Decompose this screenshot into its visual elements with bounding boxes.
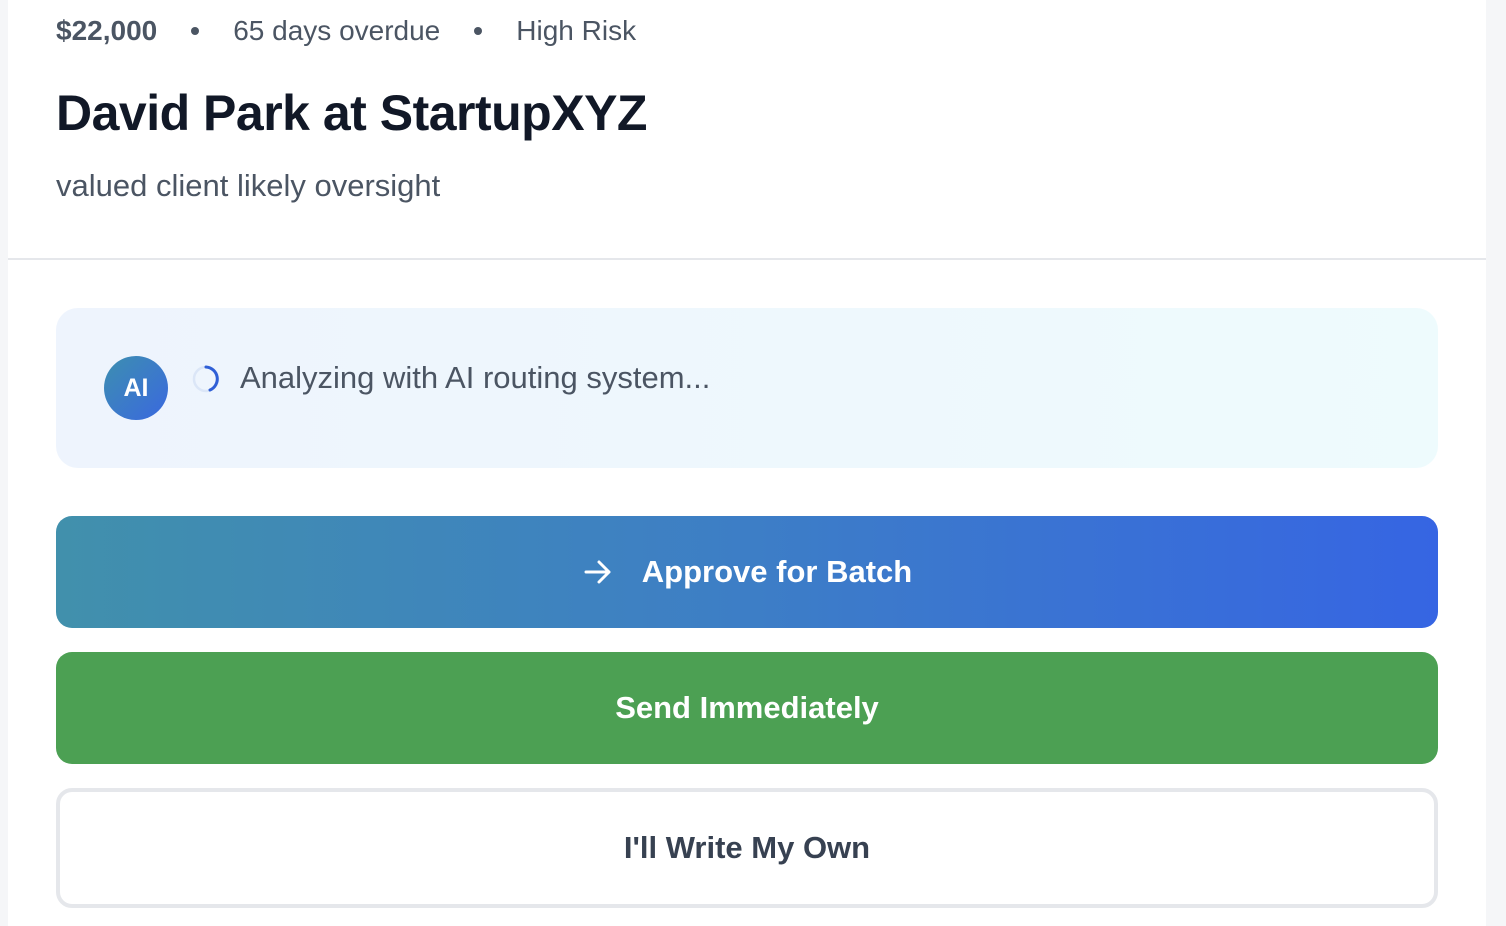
days-overdue: 65 days overdue bbox=[233, 15, 441, 46]
invoice-card: $22,000 65 days overdue High Risk David … bbox=[8, 0, 1486, 926]
ai-status-text: Analyzing with AI routing system... bbox=[240, 360, 711, 395]
card-header: $22,000 65 days overdue High Risk David … bbox=[8, 0, 1486, 260]
write-own-button-label: I'll Write My Own bbox=[623, 830, 871, 865]
client-subtitle: valued client likely oversight bbox=[56, 168, 441, 203]
risk-level: High Risk bbox=[516, 15, 637, 46]
meta-separator bbox=[191, 27, 200, 35]
client-title: David Park at StartupXYZ bbox=[56, 85, 647, 141]
write-my-own-button[interactable]: I'll Write My Own bbox=[56, 788, 1438, 908]
arrow-right-icon bbox=[584, 560, 611, 584]
invoice-meta: $22,000 65 days overdue High Risk bbox=[56, 12, 636, 50]
send-immediately-button[interactable]: Send Immediately bbox=[56, 652, 1438, 764]
approve-for-batch-button[interactable]: Approve for Batch bbox=[56, 516, 1438, 628]
spinner-icon bbox=[192, 365, 220, 393]
ai-avatar: AI bbox=[104, 356, 168, 420]
amount-due: $22,000 bbox=[56, 15, 158, 46]
approve-button-label: Approve for Batch bbox=[641, 554, 913, 589]
ai-analysis-panel: AI Analyzing with AI routing system... bbox=[56, 308, 1438, 468]
meta-separator bbox=[474, 27, 483, 35]
send-button-label: Send Immediately bbox=[615, 690, 879, 725]
